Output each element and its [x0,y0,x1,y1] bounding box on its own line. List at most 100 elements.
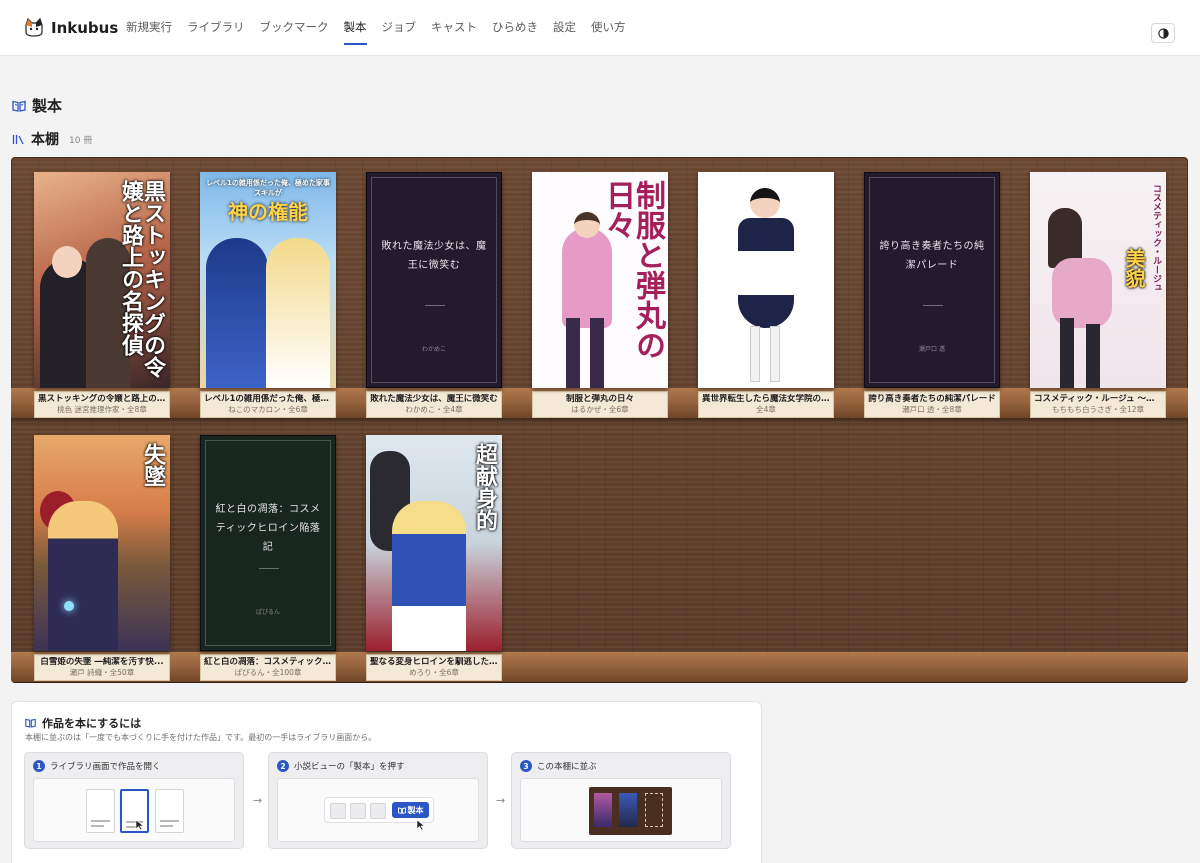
book-item[interactable]: 失墜 白雪姫の失墜 ―純潔を汚す快... 瀬戸 詩織・全50章 [34,435,170,681]
bookshelf: 黒ストッキングの令嬢と路上の名探偵 黒ストッキングの令嬢と路上の名... 桃色 … [11,157,1188,683]
book-item[interactable]: 黒ストッキングの令嬢と路上の名探偵 黒ストッキングの令嬢と路上の名... 桃色 … [34,172,170,418]
nav-item-library[interactable]: ライブラリ [187,19,245,45]
cover-title: 制服と弾丸の日々 [600,180,665,360]
page-title: 製本 [32,97,63,115]
nav-item-ideas[interactable]: ひらめき [492,19,538,45]
book-cover[interactable]: 紅と白の凋落：コスメティックヒロイン陥落記 ぱぴるん [200,435,336,651]
nav-item-cast[interactable]: キャスト [431,19,477,45]
book-item[interactable]: レベル1の雑用係だった俺、極めた家事スキルが 神の権能 レベル1の雑用係だった俺… [200,172,336,418]
cursor-icon [135,819,145,831]
book-title: 異世界転生したら魔法女学院の... [702,394,830,404]
step-label: 小説ビューの「製本」を押す [294,762,405,772]
cover-title: 黒ストッキングの令嬢と路上の名探偵 [118,180,166,378]
nav-item-usage[interactable]: 使い方 [591,19,626,45]
book-title: 白雪姫の失墜 ―純潔を汚す快... [40,657,164,667]
open-book-icon [397,806,406,814]
book-title: レベル1の雑用係だった俺、極め... [204,394,332,404]
step-number: 3 [520,760,532,772]
binding-button-label: 製本 [407,805,424,815]
binding-button-illustration: 製本 [392,802,429,818]
how-to-description: 本棚に並ぶのは「一度でも本づくりに手を付けた作品」です。最初の一手はライブラリ画… [25,733,377,742]
nav-item-new-run[interactable]: 新規実行 [126,19,172,45]
book-item[interactable]: コスメティック・ルージュ 美貌 コスメティック・ルージュ 〜屈辱に... もちも… [1030,172,1166,418]
book-meta: もちもち白うさぎ・全12章 [1051,405,1145,414]
cover-subtitle: レベル1の雑用係だった俺、極めた家事スキルが [206,179,330,197]
step-card: 3 この本棚に並ぶ [511,752,731,849]
book-label: 聖なる変身ヒロインを馴逃したら... めろり・全6章 [366,654,502,681]
book-label: 敗れた魔法少女は、魔王に微笑む わかめこ・全4章 [366,391,502,418]
step-arrow: → [496,794,506,807]
book-meta: 瀬戸口 透・全8章 [902,405,962,414]
book-title: 敗れた魔法少女は、魔王に微笑む [370,394,498,404]
how-to-title: 作品を本にするには [42,717,142,730]
cat-logo-icon[interactable] [24,17,44,37]
mini-shelf-illustration [589,787,672,835]
book-label: 制服と弾丸の日々 はるかぜ・全6章 [532,391,668,418]
book-item[interactable]: 敗れた魔法少女は、魔王に微笑む わかめこ 敗れた魔法少女は、魔王に微笑む わかめ… [366,172,502,418]
nav-item-binding[interactable]: 製本 [343,19,367,45]
step-card: 1 ライブラリ画面で作品を開く [24,752,244,849]
book-count: 10 冊 [69,135,93,146]
book-cover[interactable]: レベル1の雑用係だった俺、極めた家事スキルが 神の権能 [200,172,336,388]
book-title: 誇り高き奏者たちの純潔パレード [868,394,996,404]
book-title: 聖なる変身ヒロインを馴逃したら... [370,657,498,667]
book-title: コスメティック・ルージュ 〜屈辱に... [1034,394,1162,404]
cover-title: 超献身的 [472,443,498,531]
nav-item-settings[interactable]: 設定 [553,19,576,45]
shelf-title: 本棚 [31,132,59,148]
contrast-icon [1157,27,1169,39]
cover-title: 誇り高き奏者たちの純潔パレード [879,241,985,271]
step-illustration [520,778,722,842]
step-number: 1 [33,760,45,772]
nav-item-jobs[interactable]: ジョブ [382,19,417,45]
cover-author: 瀬戸口 透 [919,346,945,353]
book-title: 黒ストッキングの令嬢と路上の名... [38,394,166,404]
top-bar: Inkubus 新規実行 ライブラリ ブックマーク 製本 ジョブ キャスト ひら… [0,0,1200,56]
cover-title: 敗れた魔法少女は、魔王に微笑む [381,241,487,271]
cover-author: ぱぴるん [255,609,280,616]
theme-toggle-button[interactable] [1151,23,1175,43]
book-meta: わかめこ・全4章 [405,405,463,414]
book-cover[interactable]: 制服と弾丸の日々 [532,172,668,388]
book-label: 異世界転生したら魔法女学院の... 全4章 [698,391,834,418]
book-meta: ぱぴるん・全100章 [234,668,302,677]
step-label: ライブラリ画面で作品を開く [50,762,161,772]
how-to-panel: 作品を本にするには 本棚に並ぶのは「一度でも本づくりに手を付けた作品」です。最初… [11,701,762,863]
book-cover[interactable]: 超献身的 [366,435,502,651]
book-item[interactable]: 誇り高き奏者たちの純潔パレード 瀬戸口 透 誇り高き奏者たちの純潔パレード 瀬戸… [864,172,1000,418]
book-item[interactable]: 超献身的 聖なる変身ヒロインを馴逃したら... めろり・全6章 [366,435,502,681]
book-meta: 桃色 迷宮推理作家・全8章 [57,405,147,414]
step-number: 2 [277,760,289,772]
book-cover[interactable]: 誇り高き奏者たちの純潔パレード 瀬戸口 透 [864,172,1000,388]
how-to-header: 作品を本にするには [25,715,141,731]
book-label: 紅と白の凋落：コスメティックヒロ... ぱぴるん・全100章 [200,654,336,681]
shelf-header: 本棚 10 冊 [12,129,92,149]
cover-title: 神の権能 [228,200,308,224]
book-item[interactable]: 制服と弾丸の日々 制服と弾丸の日々 はるかぜ・全6章 [532,172,668,418]
shelf-plank [11,652,1188,682]
book-label: 黒ストッキングの令嬢と路上の名... 桃色 迷宮推理作家・全8章 [34,391,170,418]
book-cover[interactable]: 敗れた魔法少女は、魔王に微笑む わかめこ [366,172,502,388]
book-item[interactable]: 異世界転生したら魔法女学院の... 全4章 [698,172,834,418]
open-book-icon [12,100,26,112]
book-title: 紅と白の凋落：コスメティックヒロ... [204,657,332,667]
book-item[interactable]: 紅と白の凋落：コスメティックヒロイン陥落記 ぱぴるん 紅と白の凋落：コスメティッ… [200,435,336,681]
book-cover[interactable]: 失墜 [34,435,170,651]
book-title: 制服と弾丸の日々 [565,394,634,404]
book-label: レベル1の雑用係だった俺、極め... ねこのマカロン・全6章 [200,391,336,418]
cover-title: 紅と白の凋落：コスメティックヒロイン陥落記 [215,504,321,553]
step-illustration: 製本 [277,778,479,842]
book-meta: ねこのマカロン・全6章 [228,405,308,414]
step-label: この本棚に並ぶ [537,762,597,772]
book-label: 白雪姫の失墜 ―純潔を汚す快... 瀬戸 詩織・全50章 [34,654,170,681]
book-cover[interactable]: コスメティック・ルージュ 美貌 [1030,172,1166,388]
book-meta: 全4章 [756,405,776,414]
book-cover[interactable]: 黒ストッキングの令嬢と路上の名探偵 [34,172,170,388]
nav-item-bookmarks[interactable]: ブックマーク [260,19,329,45]
bookshelf-icon [12,134,24,144]
open-book-icon [25,718,36,728]
book-cover[interactable] [698,172,834,388]
cover-subtitle: コスメティック・ルージュ [1151,184,1161,292]
app-name[interactable]: Inkubus [51,19,118,37]
page-header: 製本 [12,95,62,116]
